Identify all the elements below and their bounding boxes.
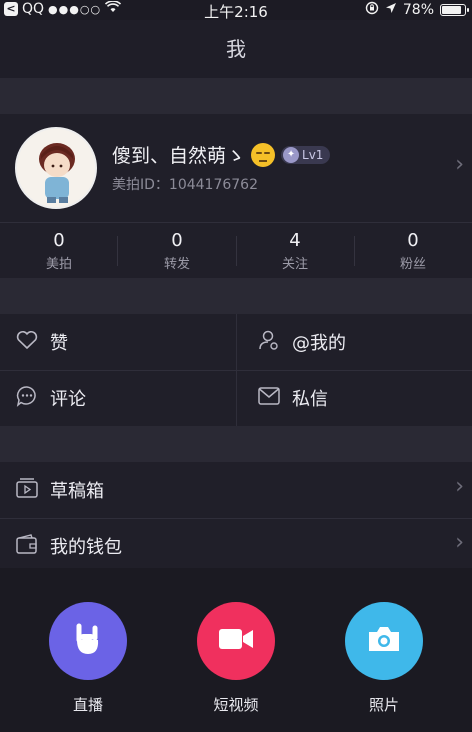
stat-following[interactable]: 4 关注: [236, 230, 354, 272]
wallet-icon: [16, 534, 38, 558]
nav-bar: 我: [0, 20, 472, 78]
profile-id-value: 1044176762: [168, 177, 258, 193]
heart-icon: [16, 330, 38, 354]
stat-label: 转发: [163, 257, 190, 272]
video-camera-icon: [218, 627, 254, 655]
battery-percent: 78%: [402, 2, 434, 18]
rock-hand-icon: [71, 620, 105, 662]
user-mention-icon: [258, 329, 280, 355]
status-bar-right: 78%: [365, 1, 469, 19]
messages-item[interactable]: 私信: [258, 370, 458, 426]
profile-card[interactable]: 傻到、自然萌ゝ ✦ Lv1 美拍ID：1044176762 ›: [0, 114, 472, 222]
level-star-icon: ✦: [283, 146, 300, 163]
likes-label: 赞: [50, 333, 68, 354]
battery-icon: [440, 4, 469, 16]
stat-label: 美拍: [45, 257, 72, 272]
stat-label: 关注: [281, 257, 308, 272]
chevron-right-icon: ›: [455, 152, 464, 177]
short-video-action[interactable]: 短视频: [176, 602, 296, 715]
drafts-box-icon: [16, 478, 38, 502]
page-title: 我: [226, 37, 246, 61]
stat-value: 0: [407, 230, 419, 251]
chevron-right-icon: ›: [455, 530, 464, 555]
profile-id: 美拍ID：1044176762: [112, 174, 258, 194]
profile-name-line: 傻到、自然萌ゝ ✦ Lv1: [112, 141, 331, 168]
stat-value: 0: [171, 230, 183, 251]
profile-name: 傻到、自然萌ゝ: [112, 145, 246, 167]
short-video-label: 短视频: [213, 696, 259, 714]
stat-reposts[interactable]: 0 转发: [118, 230, 236, 272]
chevron-right-icon: ›: [455, 474, 464, 499]
photo-action[interactable]: 照片: [324, 602, 444, 715]
mentions-item[interactable]: @我的: [258, 314, 458, 370]
wallet-label: 我的钱包: [50, 537, 122, 558]
envelope-icon: [258, 387, 280, 409]
location-icon: [385, 2, 397, 18]
stat-followers[interactable]: 0 粉丝: [354, 230, 472, 272]
section-gap: [0, 278, 472, 314]
camera-icon: [367, 625, 401, 657]
create-actions: 直播 短视频 照片: [0, 568, 472, 732]
comment-bubble-icon: [16, 385, 38, 411]
stat-label: 粉丝: [399, 257, 426, 272]
pensive-emoji-icon: [251, 142, 276, 167]
drafts-item[interactable]: 草稿箱 ›: [0, 462, 472, 518]
messages-label: 私信: [292, 389, 328, 410]
section-gap: [0, 78, 472, 114]
grid-separator: [236, 314, 237, 426]
mentions-label: @我的: [292, 333, 346, 354]
wallet-item[interactable]: 我的钱包 ›: [0, 518, 472, 574]
comments-item[interactable]: 评论: [16, 370, 236, 426]
live-button[interactable]: [49, 602, 127, 680]
stat-posts[interactable]: 0 美拍: [0, 230, 118, 272]
short-video-button[interactable]: [197, 602, 275, 680]
stat-value: 0: [53, 230, 65, 251]
photo-button[interactable]: [345, 602, 423, 680]
avatar[interactable]: [15, 127, 97, 209]
live-label: 直播: [72, 696, 103, 714]
likes-item[interactable]: 赞: [16, 314, 236, 370]
profile-id-label: 美拍ID：: [112, 177, 169, 193]
comments-label: 评论: [50, 389, 86, 410]
level-text: Lv1: [302, 147, 324, 162]
orientation-lock-icon: [365, 1, 379, 19]
section-gap: [0, 426, 472, 462]
drafts-label: 草稿箱: [50, 481, 104, 502]
level-badge: ✦ Lv1: [281, 145, 331, 164]
status-bar: < QQ ●●●○○ 上午2:16 78%: [0, 0, 472, 21]
live-action[interactable]: 直播: [28, 602, 148, 715]
photo-label: 照片: [368, 696, 399, 714]
stat-value: 4: [289, 230, 301, 251]
